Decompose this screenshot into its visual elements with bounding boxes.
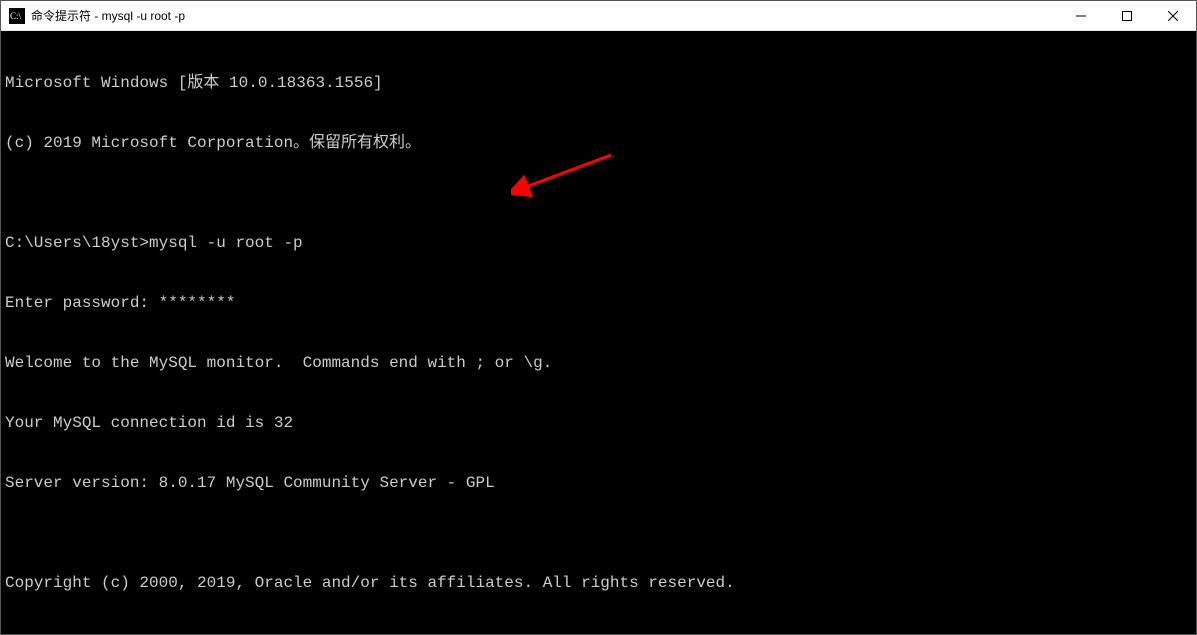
terminal-line: Enter password: ******** <box>5 293 1192 313</box>
close-button[interactable] <box>1150 1 1196 30</box>
maximize-button[interactable] <box>1104 1 1150 30</box>
arrow-annotation-icon <box>511 150 621 200</box>
terminal-line: Microsoft Windows [版本 10.0.18363.1556] <box>5 73 1192 93</box>
terminal-line: Copyright (c) 2000, 2019, Oracle and/or … <box>5 573 1192 593</box>
terminal-output[interactable]: Microsoft Windows [版本 10.0.18363.1556] (… <box>1 31 1196 634</box>
titlebar[interactable]: C:\ 命令提示符 - mysql -u root -p <box>1 1 1196 31</box>
terminal-line: Welcome to the MySQL monitor. Commands e… <box>5 353 1192 373</box>
terminal-line: Your MySQL connection id is 32 <box>5 413 1192 433</box>
terminal-line: (c) 2019 Microsoft Corporation。保留所有权利。 <box>5 133 1192 153</box>
command-prompt-window: C:\ 命令提示符 - mysql -u root -p Microsoft W… <box>0 0 1197 635</box>
window-controls <box>1058 1 1196 30</box>
svg-text:C:\: C:\ <box>10 11 22 21</box>
terminal-line: C:\Users\18yst>mysql -u root -p <box>5 233 1192 253</box>
window-title: 命令提示符 - mysql -u root -p <box>31 7 1058 24</box>
terminal-line: Server version: 8.0.17 MySQL Community S… <box>5 473 1192 493</box>
minimize-button[interactable] <box>1058 1 1104 30</box>
cmd-icon: C:\ <box>9 8 25 24</box>
